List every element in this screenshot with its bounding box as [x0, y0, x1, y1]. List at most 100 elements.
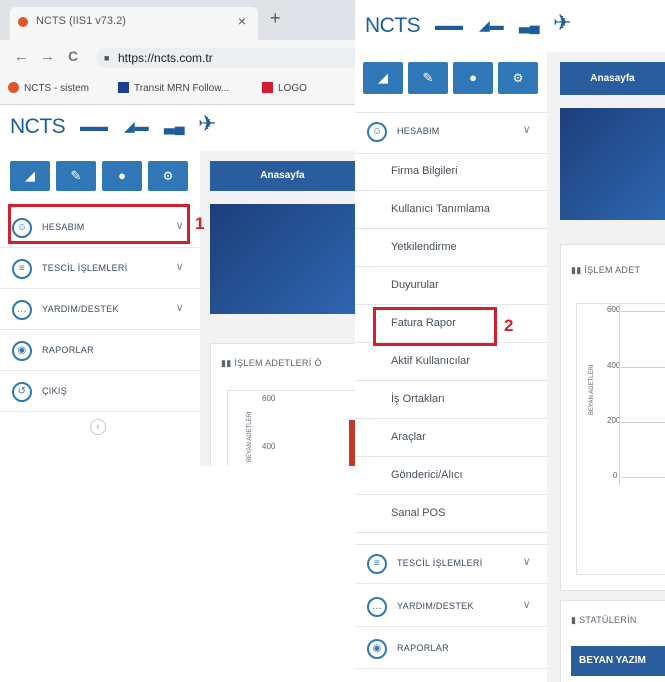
settings-icon[interactable]: ⚙: [148, 161, 188, 191]
chart-icon[interactable]: ◢: [10, 161, 50, 191]
url-text: https://ncts.com.tr: [118, 51, 213, 65]
browser-tab-bar: NCTS (IIS1 v73.2) × +: [0, 0, 355, 40]
nav-yardim-label: YARDIM/DESTEK: [42, 304, 119, 314]
step-number-1: 1: [195, 214, 205, 233]
collapse-sidebar-icon[interactable]: ‹: [90, 419, 106, 435]
status-title: ▮ STATÜLERİN: [571, 615, 637, 626]
plane-icon: ✈: [553, 10, 572, 35]
chevron-down-icon: ∨: [522, 556, 531, 568]
nav-yardim-label: YARDIM/DESTEK: [397, 601, 474, 611]
nav-tescil[interactable]: ≡ TESCİL İŞLEMLERİ ∨: [0, 250, 200, 289]
stack-icon: ≡: [12, 259, 32, 279]
submenu-label: Yetkilendirme: [391, 241, 457, 253]
back-icon[interactable]: ←: [14, 48, 29, 65]
train-icon: ◢▬: [124, 118, 149, 134]
chevron-down-icon: ∨: [175, 302, 184, 314]
tab-anasayfa[interactable]: Anasayfa: [210, 161, 355, 191]
y-axis-label: BEYAN ADETLERİ: [589, 364, 595, 415]
left-screenshot: NCTS (IIS1 v73.2) × + ← → C ■ https://nc…: [0, 0, 355, 466]
tab-title: NCTS (IIS1 v73.2): [36, 15, 126, 27]
users-icon[interactable]: ●: [453, 62, 493, 94]
gridline: [621, 422, 665, 423]
stats-card: ▮▮ İŞLEM ADETLERİ Ö 600 400 BEYAN ADETLE…: [210, 343, 355, 466]
users-icon[interactable]: ●: [102, 161, 142, 191]
submenu-firma-bilgileri[interactable]: Firma Bilgileri: [355, 153, 547, 191]
right-sidebar: ◢ ✎ ● ⚙ ☺ HESABIM ∨ Firma Bilgileri Kull…: [355, 52, 547, 682]
lock-icon: ■: [104, 53, 110, 63]
truck-icon: ▬▬: [80, 118, 108, 134]
forward-icon[interactable]: →: [40, 48, 55, 65]
chart-icon[interactable]: ◢: [363, 62, 403, 94]
gridline: [621, 367, 665, 368]
pencil-icon[interactable]: ✎: [408, 62, 448, 94]
card-title-text: İŞLEM ADETLERİ Ö: [234, 358, 322, 368]
nav-raporlar[interactable]: ◉ RAPORLAR: [355, 630, 547, 669]
tick-label: 400: [262, 442, 276, 451]
nav-hesabim[interactable]: ☺ HESABIM ∨: [355, 112, 547, 154]
new-tab-button[interactable]: +: [270, 8, 281, 29]
truck-icon: ▬▬: [435, 17, 463, 33]
highlight-box-1: [8, 204, 190, 244]
nav-raporlar-label: RAPORLAR: [42, 345, 94, 355]
plane-icon: ✈: [198, 111, 217, 136]
submenu-label: Firma Bilgileri: [391, 165, 458, 177]
address-bar-row: ← → C ■ https://ncts.com.tr: [0, 40, 355, 74]
submenu-label: Sanal POS: [391, 507, 446, 519]
submenu-kullanici-tanimlama[interactable]: Kullanıcı Tanımlama: [355, 191, 547, 229]
step-number-2: 2: [504, 316, 514, 335]
submenu-label: Duyurular: [391, 279, 439, 291]
reload-icon[interactable]: C: [68, 48, 78, 64]
chart-bar-icon: ▮▮: [221, 358, 235, 368]
highlight-box-2: [373, 307, 497, 346]
tick-label: 0: [613, 471, 618, 480]
bookmark-ncts[interactable]: NCTS - sistem: [8, 82, 89, 94]
settings-icon[interactable]: ⚙: [498, 62, 538, 94]
chevron-down-icon: ∨: [175, 261, 184, 273]
submenu-is-ortaklari[interactable]: İş Ortakları: [355, 381, 547, 419]
nav-yardim[interactable]: … YARDIM/DESTEK ∨: [0, 291, 200, 330]
nav-tescil-label: TESCİL İŞLEMLERİ: [42, 263, 128, 273]
nav-tescil[interactable]: ≡ TESCİL İŞLEMLERİ ∨: [355, 544, 547, 584]
banner-image: [210, 204, 355, 314]
nav-cikis[interactable]: ↺ ÇIKIŞ: [0, 373, 200, 412]
gridline: [621, 311, 665, 312]
submenu-gonderici-alici[interactable]: Gönderici/Alıcı: [355, 457, 547, 495]
chevron-down-icon: ∨: [522, 124, 531, 136]
tab-anasayfa[interactable]: Anasayfa: [560, 62, 665, 95]
submenu-sanal-pos[interactable]: Sanal POS: [355, 495, 547, 533]
chart-frame: [576, 303, 665, 575]
chart-bar-icon: ▮: [571, 615, 580, 625]
nav-yardim[interactable]: … YARDIM/DESTEK ∨: [355, 588, 547, 627]
brand-logo: NCTS: [10, 115, 66, 138]
y-axis-label: BEYAN ADETLERİ: [247, 411, 253, 462]
nav-hesabim-label: HESABIM: [397, 126, 440, 136]
pencil-icon[interactable]: ✎: [56, 161, 96, 191]
ship-icon: ▃▄: [164, 118, 185, 134]
stats-card: ▮▮ İŞLEM ADET 600 400 200 0 BEYAN ADETLE…: [560, 244, 665, 591]
bookmark-logo[interactable]: LOGO: [262, 82, 307, 94]
nav-cikis-label: ÇIKIŞ: [42, 386, 68, 396]
submenu-label: Araçlar: [391, 431, 426, 443]
bookmark-transit[interactable]: Transit MRN Follow...: [118, 82, 229, 94]
close-tab-icon[interactable]: ×: [238, 13, 246, 29]
submenu-araclar[interactable]: Araçlar: [355, 419, 547, 457]
y-axis-line: [619, 305, 620, 485]
status-title-text: STATÜLERİN: [579, 615, 637, 625]
submenu-label: Gönderici/Alıcı: [391, 469, 463, 481]
favicon-icon: [18, 17, 28, 27]
submenu-yetkilendirme[interactable]: Yetkilendirme: [355, 229, 547, 267]
nav-tescil-label: TESCİL İŞLEMLERİ: [397, 558, 483, 568]
submenu-duyurular[interactable]: Duyurular: [355, 267, 547, 305]
card-title: ▮▮ İŞLEM ADET: [571, 265, 640, 276]
report-icon: ◉: [367, 639, 387, 659]
card-title-text: İŞLEM ADET: [584, 265, 641, 275]
ncts-logo-icon: [8, 82, 19, 93]
beyan-yazim-button[interactable]: BEYAN YAZIM: [571, 646, 665, 676]
browser-tab[interactable]: NCTS (IIS1 v73.2) ×: [10, 7, 258, 40]
nav-raporlar[interactable]: ◉ RAPORLAR: [0, 332, 200, 371]
bookmarks-bar: NCTS - sistem Transit MRN Follow... LOGO: [0, 74, 355, 105]
chevron-down-icon: ∨: [522, 599, 531, 611]
chat-icon: …: [367, 597, 387, 617]
url-field[interactable]: ■ https://ncts.com.tr: [96, 48, 355, 68]
submenu-aktif-kullanicilar[interactable]: Aktif Kullanıcılar: [355, 343, 547, 381]
